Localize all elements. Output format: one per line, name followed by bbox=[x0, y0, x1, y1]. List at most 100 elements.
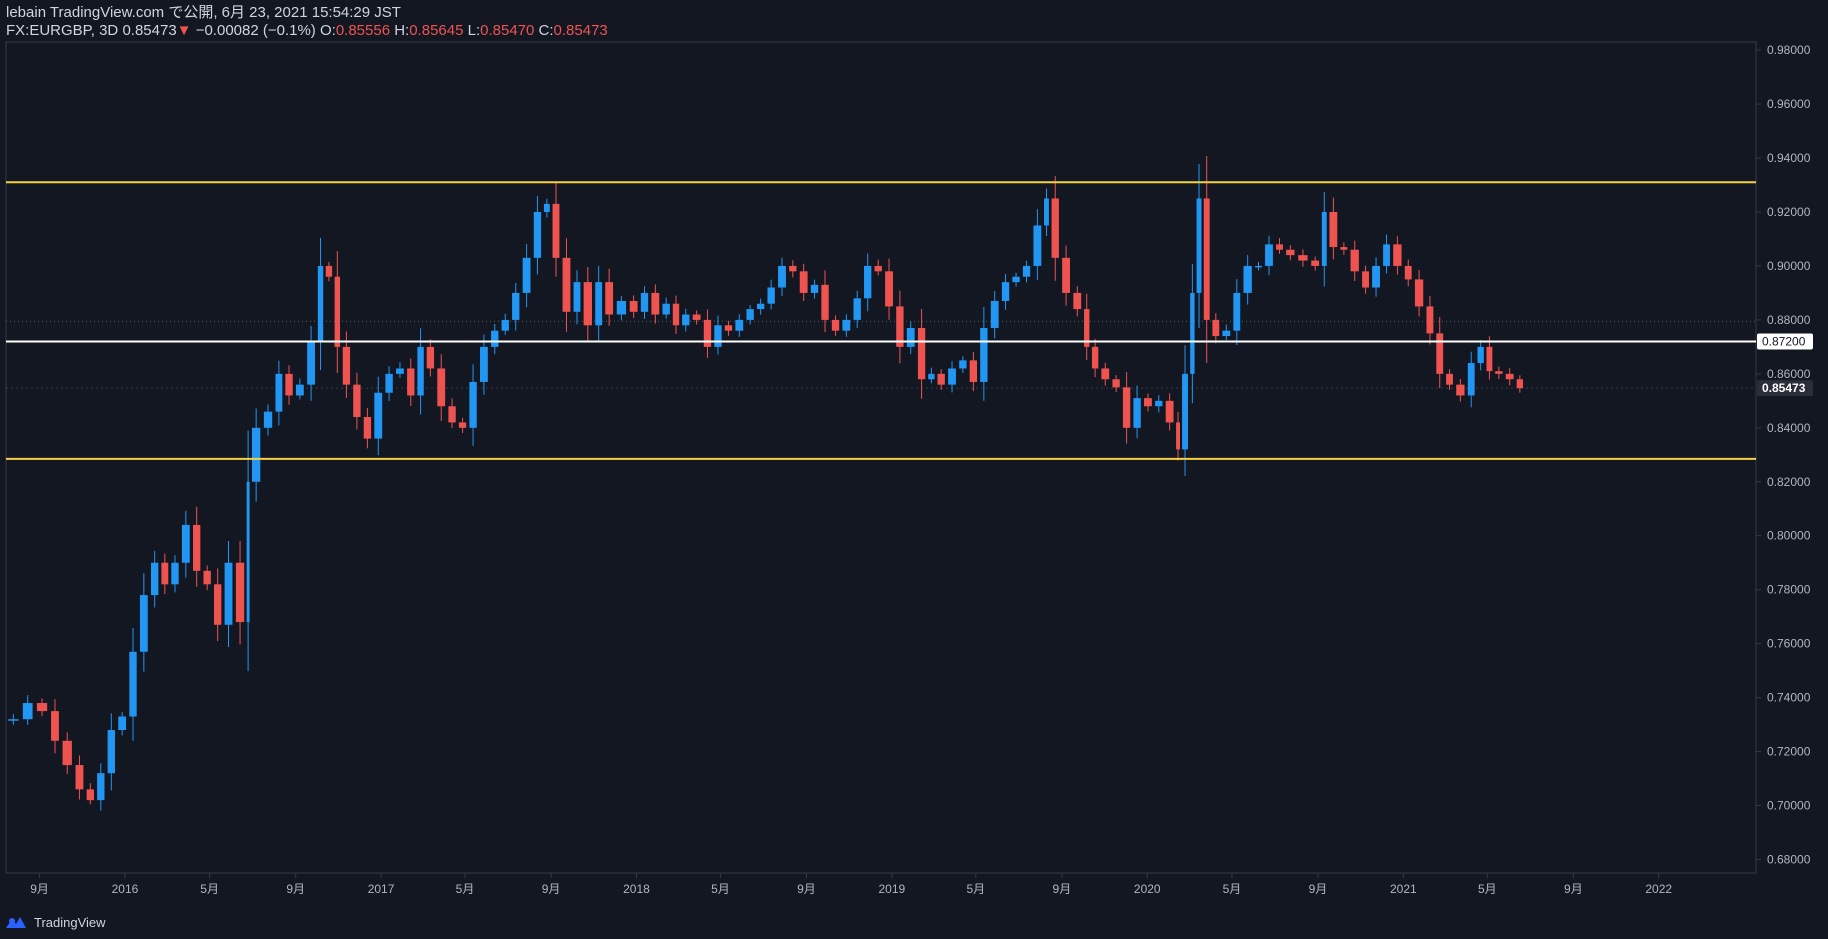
candle-body bbox=[118, 716, 127, 731]
candle-body bbox=[1372, 265, 1380, 288]
candle-body bbox=[616, 301, 627, 315]
time-tick-label: 2020 bbox=[1134, 882, 1161, 896]
candle-body bbox=[353, 384, 361, 418]
candle-body bbox=[1022, 265, 1031, 277]
candle-body bbox=[906, 327, 915, 347]
candle-body bbox=[325, 265, 333, 277]
candle-body bbox=[426, 346, 435, 369]
candle-body bbox=[317, 265, 324, 342]
candle-body bbox=[1233, 292, 1241, 331]
candle-body bbox=[1286, 249, 1295, 256]
candle-body bbox=[51, 711, 59, 741]
candle-body bbox=[662, 303, 670, 315]
candle-body bbox=[864, 265, 872, 299]
time-tick-label: 5月 bbox=[456, 882, 475, 896]
candle-body bbox=[1311, 260, 1320, 266]
candle-body bbox=[756, 303, 765, 310]
time-tick-label: 5月 bbox=[1223, 882, 1242, 896]
price-tick-label: 0.74000 bbox=[1767, 691, 1811, 705]
candle-body bbox=[1062, 257, 1070, 293]
candle-body bbox=[714, 325, 722, 347]
candle-body bbox=[1436, 333, 1444, 374]
candle-body bbox=[1340, 247, 1348, 250]
price-tick-label: 0.76000 bbox=[1767, 637, 1811, 651]
candle-body bbox=[129, 651, 137, 717]
candle-body bbox=[1446, 373, 1453, 385]
candle-body bbox=[1051, 198, 1059, 258]
price-tick-label: 0.90000 bbox=[1767, 259, 1811, 273]
candle-body bbox=[1044, 198, 1049, 226]
candle-body bbox=[651, 292, 660, 315]
candle-body bbox=[1505, 373, 1514, 380]
price-tick-label: 0.86000 bbox=[1767, 367, 1811, 381]
price-chart[interactable]: 0.98000 0.96000 0.94000 0.92000 0.90000 0.880… bbox=[0, 0, 1828, 939]
candle-body bbox=[1321, 211, 1327, 266]
candle-body bbox=[469, 381, 477, 428]
candle-body bbox=[853, 298, 861, 320]
candle-body bbox=[1456, 384, 1465, 396]
candle-body bbox=[1001, 282, 1010, 302]
time-tick-label: 2016 bbox=[112, 882, 139, 896]
candle-body bbox=[213, 584, 222, 625]
candle-body bbox=[1486, 346, 1493, 372]
candle-body bbox=[1383, 244, 1390, 266]
candle-body bbox=[583, 282, 592, 326]
candle-body bbox=[246, 481, 250, 623]
last-price-label: 0.85473 bbox=[1762, 381, 1806, 395]
candle-body bbox=[22, 703, 33, 720]
candle-body bbox=[1329, 211, 1338, 248]
candle-body bbox=[831, 319, 840, 331]
candle-body bbox=[1033, 225, 1042, 266]
candle-body bbox=[1298, 255, 1308, 261]
time-tick-label: 5月 bbox=[200, 882, 219, 896]
candle-body bbox=[139, 595, 148, 652]
candle-body bbox=[97, 773, 105, 801]
candle-body bbox=[512, 292, 520, 320]
candle-body bbox=[1122, 387, 1131, 428]
candle-body bbox=[1182, 373, 1188, 450]
time-tick-label: 5月 bbox=[966, 882, 985, 896]
price-tick-label: 0.80000 bbox=[1767, 529, 1811, 543]
level-price-label: 0.87200 bbox=[1762, 334, 1806, 348]
candle-body bbox=[1203, 198, 1210, 320]
time-tick-label: 2021 bbox=[1390, 882, 1417, 896]
price-tick-label: 0.94000 bbox=[1767, 151, 1811, 165]
candle-body bbox=[1393, 244, 1402, 266]
candle-body bbox=[595, 282, 603, 326]
brand-footer: TradingView bbox=[4, 912, 106, 932]
candle-body bbox=[1196, 198, 1202, 293]
time-tick-label: 9月 bbox=[1053, 882, 1072, 896]
candle-body bbox=[552, 203, 560, 258]
candle-body bbox=[573, 282, 581, 312]
candle-body bbox=[1276, 244, 1283, 250]
candle-body bbox=[203, 570, 211, 585]
candle-body bbox=[917, 327, 926, 380]
candle-body bbox=[746, 309, 754, 320]
candle-body bbox=[778, 265, 786, 288]
time-tick-label: 2018 bbox=[623, 882, 650, 896]
candle-body bbox=[251, 427, 261, 482]
candle-body bbox=[285, 373, 293, 396]
candle-body bbox=[1101, 368, 1110, 380]
candle-body bbox=[235, 562, 245, 623]
candle-body bbox=[107, 730, 115, 774]
candle-body bbox=[1155, 400, 1163, 407]
candle-body bbox=[692, 314, 701, 320]
candle-body bbox=[491, 330, 499, 347]
candle-body bbox=[1073, 292, 1082, 310]
brand-name: TradingView bbox=[34, 914, 106, 930]
candle-body bbox=[1091, 346, 1099, 369]
candle-body bbox=[295, 384, 304, 396]
candle-body bbox=[263, 411, 273, 428]
candle-body bbox=[1414, 279, 1424, 307]
candle-body bbox=[1176, 422, 1180, 450]
candle-body bbox=[1265, 244, 1273, 266]
candle-body bbox=[374, 392, 383, 439]
candle-body bbox=[1190, 292, 1195, 374]
candle-body bbox=[703, 319, 712, 347]
candle-body bbox=[1133, 398, 1141, 428]
time-tick-label: 5月 bbox=[1478, 882, 1497, 896]
candle-body bbox=[640, 292, 649, 312]
candle-body bbox=[479, 346, 488, 382]
candle-body bbox=[928, 373, 935, 380]
